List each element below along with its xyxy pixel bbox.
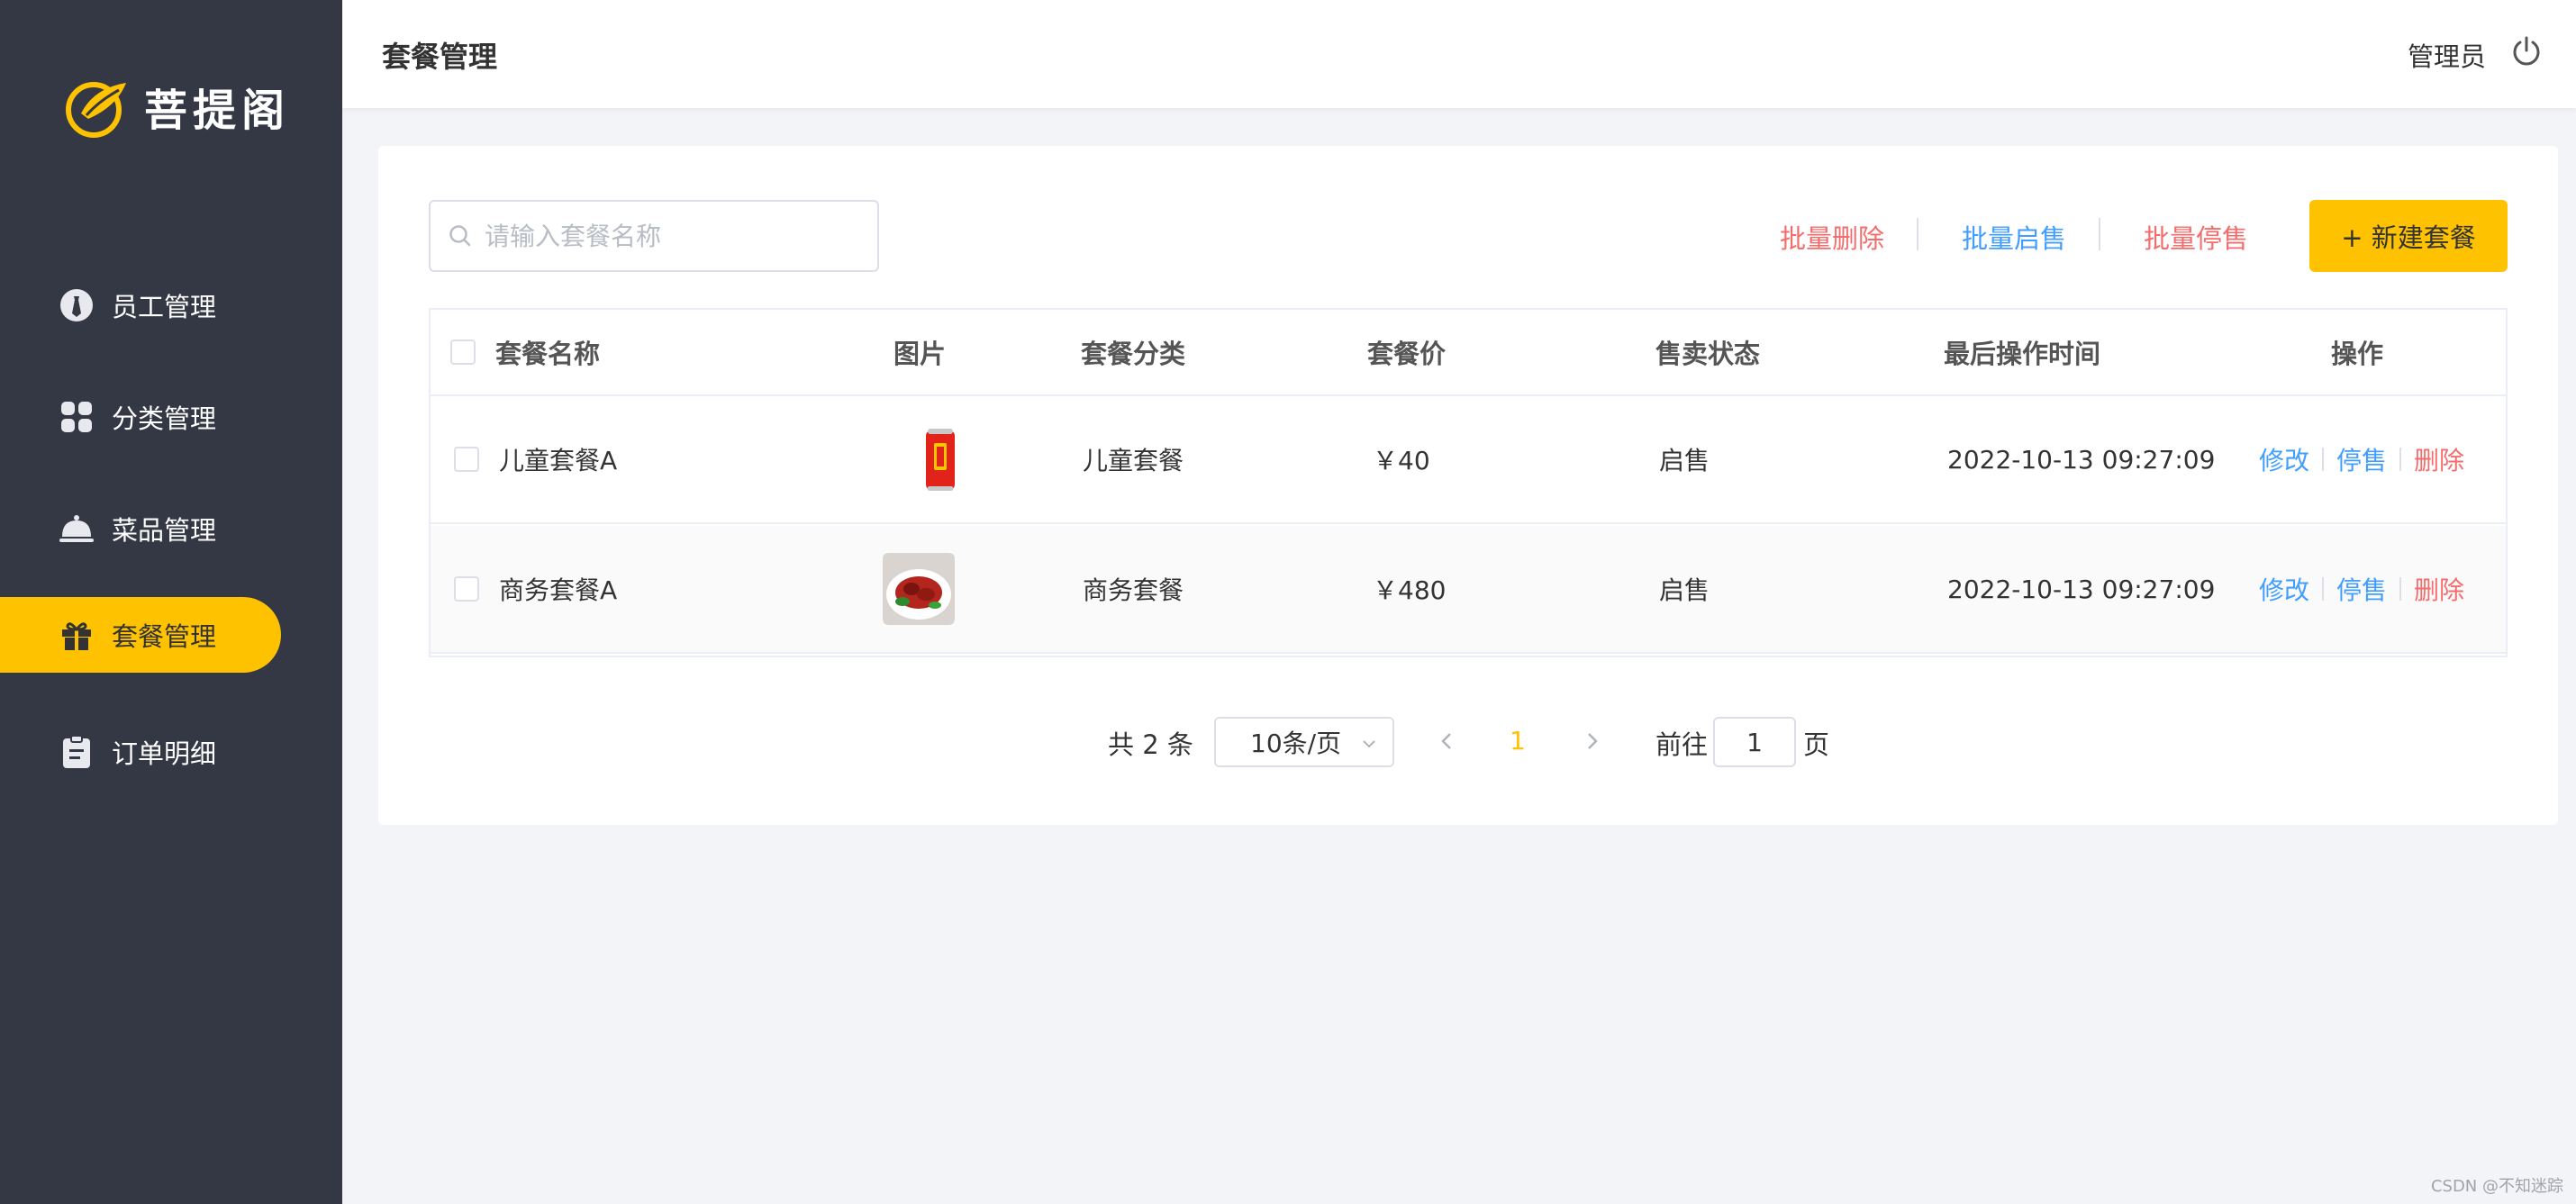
combo-updated-time: 2022-10-13 09:27:09 <box>1947 574 2216 604</box>
combo-image <box>883 526 955 652</box>
meat-dish-image <box>883 553 955 625</box>
toolbar-divider <box>2099 218 2100 250</box>
column-header-name: 套餐名称 <box>495 339 601 369</box>
sidebar-item-categories[interactable]: 分类管理 <box>0 379 281 455</box>
current-page-number[interactable]: 1 <box>1510 726 1526 756</box>
sidebar-item-label: 订单明细 <box>112 738 217 769</box>
sidebar-item-label: 菜品管理 <box>112 515 217 546</box>
action-divider <box>2399 448 2402 471</box>
next-page-icon[interactable] <box>1580 729 1603 753</box>
edit-button[interactable]: 修改 <box>2259 571 2309 607</box>
column-header-updated: 最后操作时间 <box>1944 339 2101 369</box>
drink-can-image <box>904 423 976 495</box>
sidebar: 菩提阁 员工管理 分类管理 菜品管理 套餐管理 订单明细 <box>0 0 342 1204</box>
table-row: 儿童套餐A 儿童套餐 ￥40 启售 2022-10-13 09:27:09 修改… <box>431 396 2506 524</box>
row-checkbox[interactable] <box>454 447 479 472</box>
row-checkbox[interactable] <box>454 576 479 602</box>
action-divider <box>2399 577 2402 601</box>
combo-name: 商务套餐A <box>499 575 618 605</box>
table-header: 套餐名称 图片 套餐分类 套餐价 售卖状态 最后操作时间 操作 <box>431 310 2506 396</box>
edit-button[interactable]: 修改 <box>2259 441 2309 477</box>
goto-unit: 页 <box>1803 729 1830 760</box>
combo-status: 启售 <box>1659 575 1710 605</box>
combo-table: 套餐名称 图片 套餐分类 套餐价 售卖状态 最后操作时间 操作 儿童套餐A 儿童… <box>429 308 2508 657</box>
select-all-checkbox[interactable] <box>450 339 476 365</box>
current-user[interactable]: 管理员 <box>2408 36 2486 74</box>
toolbar-divider <box>1917 218 1918 250</box>
grid-icon <box>59 400 94 434</box>
disable-button[interactable]: 停售 <box>2336 571 2387 607</box>
column-header-price: 套餐价 <box>1367 339 1447 369</box>
disable-button[interactable]: 停售 <box>2336 441 2387 477</box>
brand-name: 菩提阁 <box>144 86 291 136</box>
goto-page-input[interactable] <box>1713 717 1796 767</box>
logo: 菩提阁 <box>63 74 290 139</box>
column-header-image: 图片 <box>893 339 947 369</box>
sidebar-item-orders[interactable]: 订单明细 <box>0 714 281 790</box>
pagination-total: 共 2 条 <box>1108 729 1193 760</box>
combo-image <box>904 396 976 522</box>
dish-cloche-icon <box>59 511 94 546</box>
search-box[interactable] <box>429 200 879 272</box>
gift-icon <box>59 618 94 652</box>
batch-enable-button[interactable]: 批量启售 <box>1962 218 2066 256</box>
sidebar-item-label: 分类管理 <box>112 403 217 434</box>
power-icon[interactable] <box>2511 36 2542 67</box>
employee-icon <box>59 288 94 322</box>
content-card: 批量删除 批量启售 批量停售 + 新建套餐 套餐名称 图片 套餐分类 套餐价 售… <box>378 146 2558 825</box>
combo-category: 商务套餐 <box>1083 575 1184 605</box>
delete-button[interactable]: 删除 <box>2414 441 2464 477</box>
batch-disable-button[interactable]: 批量停售 <box>2144 218 2248 256</box>
action-divider <box>2322 577 2325 601</box>
goto-label: 前往 <box>1655 729 1709 760</box>
row-actions: 修改 停售 删除 <box>2259 526 2464 652</box>
table-row: 商务套餐A 商务套餐 ￥480 启售 2022-10-13 09:27:09 修… <box>431 526 2506 654</box>
delete-button[interactable]: 删除 <box>2414 571 2464 607</box>
combo-updated-time: 2022-10-13 09:27:09 <box>1947 444 2216 475</box>
batch-delete-button[interactable]: 批量删除 <box>1780 218 1884 256</box>
sidebar-item-label: 员工管理 <box>112 292 217 322</box>
clipboard-icon <box>59 735 94 769</box>
search-input[interactable] <box>485 221 863 251</box>
pagination: 共 2 条 10条/页 1 前往 页 <box>378 717 2558 767</box>
prev-page-icon[interactable] <box>1436 729 1459 753</box>
page-size-select[interactable]: 10条/页 <box>1214 717 1394 767</box>
combo-name: 儿童套餐A <box>499 446 618 475</box>
new-combo-button[interactable]: + 新建套餐 <box>2309 200 2508 272</box>
column-header-actions: 操作 <box>2331 339 2384 369</box>
row-actions: 修改 停售 删除 <box>2259 396 2464 522</box>
page-title: 套餐管理 <box>382 40 498 74</box>
chevron-down-icon <box>1363 740 1375 748</box>
sidebar-item-combos[interactable]: 套餐管理 <box>0 597 281 673</box>
column-header-status: 售卖状态 <box>1655 339 1761 369</box>
page-size-value: 10条/页 <box>1250 729 1342 758</box>
top-header: 套餐管理 管理员 <box>342 0 2576 108</box>
combo-price: ￥40 <box>1373 446 1430 475</box>
logo-icon <box>66 82 126 138</box>
combo-category: 儿童套餐 <box>1083 446 1184 475</box>
sidebar-item-label: 套餐管理 <box>112 621 217 652</box>
search-icon <box>449 225 471 247</box>
sidebar-item-employees[interactable]: 员工管理 <box>0 267 281 343</box>
sidebar-item-dishes[interactable]: 菜品管理 <box>0 491 281 566</box>
watermark: CSDN @不知迷踪 <box>2430 1177 2563 1196</box>
action-divider <box>2322 448 2325 471</box>
combo-price: ￥480 <box>1373 575 1447 605</box>
column-header-category: 套餐分类 <box>1081 339 1186 369</box>
combo-status: 启售 <box>1659 446 1710 475</box>
